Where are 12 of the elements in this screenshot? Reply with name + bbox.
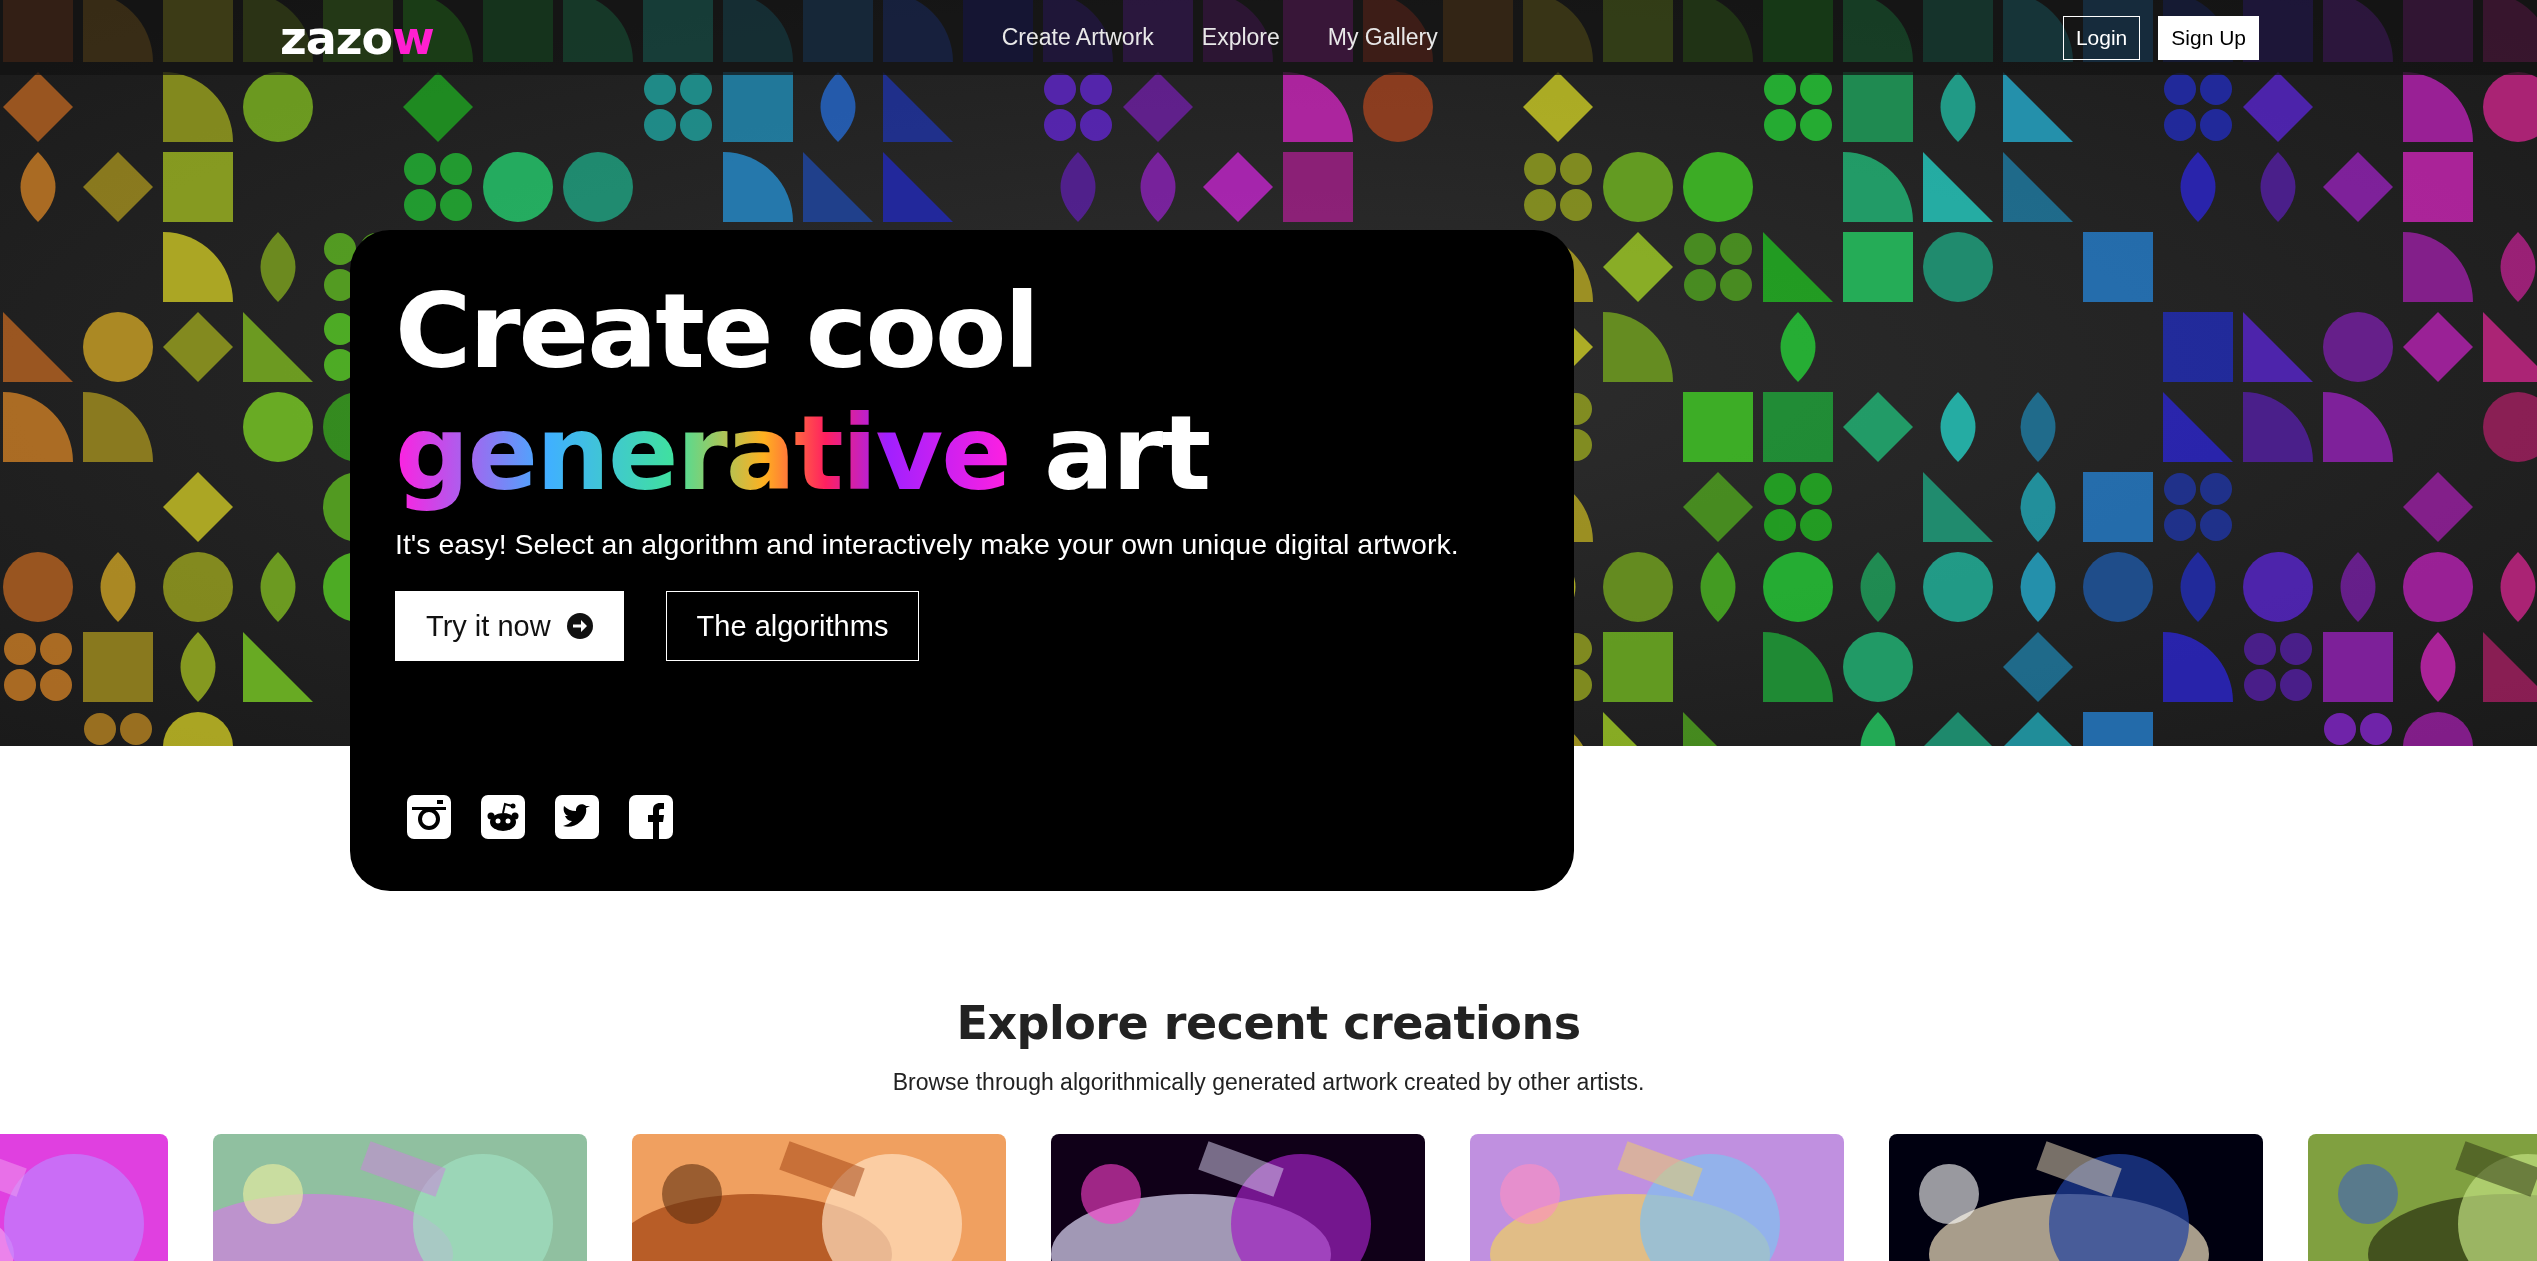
algorithms-button[interactable]: The algorithms (665, 591, 920, 661)
section-subtitle: Browse through algorithmically generated artwork created by other artists. (891, 1069, 1646, 1096)
hero-subtitle: It's easy! Select an algorithm and interactively make your own unique digital artwork. (395, 528, 1460, 561)
nav-link[interactable]: Create Artwork (1001, 24, 1154, 51)
nav-link[interactable]: My Gallery (1327, 24, 1438, 51)
nav-link[interactable]: Explore (1201, 24, 1280, 51)
headline: Create cool (395, 270, 1038, 392)
try-button[interactable]: Try it now (395, 591, 624, 661)
login-button[interactable]: Login (2062, 15, 2141, 60)
logo[interactable]: zazow (280, 10, 434, 65)
sign-up-button[interactable]: Sign Up (2158, 15, 2259, 60)
section-title: Explore recent creations (955, 995, 1582, 1051)
